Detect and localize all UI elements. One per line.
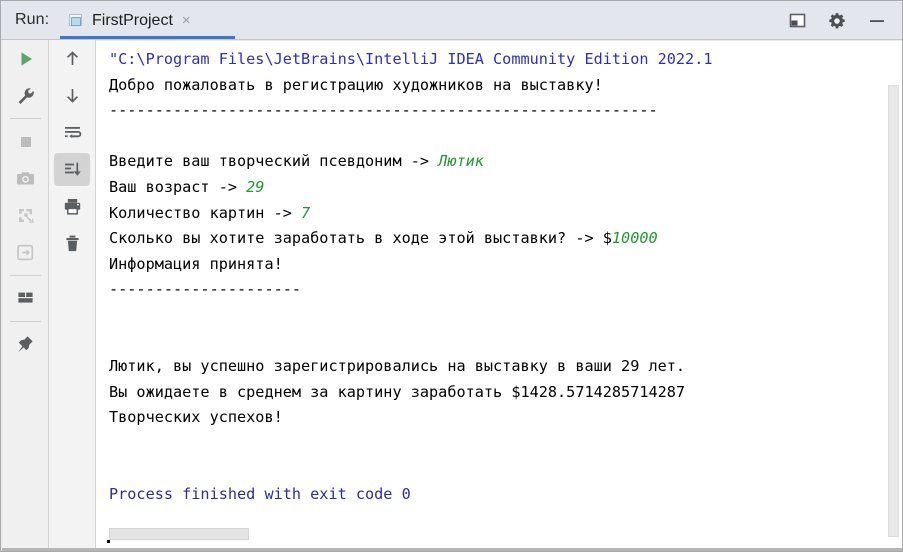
toolbar-separator bbox=[9, 275, 41, 276]
console-segment-plain: Ваш возраст -> bbox=[109, 177, 247, 196]
scroll-to-end-button[interactable] bbox=[49, 151, 96, 188]
console-segment-path: "C:\Program Files\JetBrains\IntelliJ IDE… bbox=[109, 50, 713, 68]
console-segment-plain: Лютик, вы успешно зарегистрировались на … bbox=[109, 357, 686, 376]
console-segment-plain: Количество картин -> bbox=[109, 203, 302, 222]
console-line: --------------------- bbox=[109, 277, 712, 303]
console-segment-input: 7 bbox=[301, 203, 311, 222]
run-tool-window: Run: FirstProject × "C:\Program Files\Je… bbox=[0, 0, 903, 552]
vertical-scrollbar-thumb[interactable] bbox=[888, 85, 899, 537]
threads-icon bbox=[19, 209, 34, 223]
console-segment-input: 29 bbox=[246, 177, 265, 196]
run-window-label: Run: bbox=[15, 11, 50, 28]
stop-button[interactable] bbox=[2, 123, 49, 160]
dump-threads-button[interactable] bbox=[2, 197, 49, 234]
console-segment-plain: Информация принята! bbox=[109, 254, 283, 273]
horizontal-scrollbar-thumb[interactable] bbox=[109, 528, 249, 540]
pin-icon bbox=[18, 336, 33, 353]
arrow-up-icon bbox=[66, 51, 79, 65]
console-output[interactable]: "C:\Program Files\JetBrains\IntelliJ IDE… bbox=[96, 41, 902, 551]
tab-label: FirstProject bbox=[92, 11, 173, 29]
console-run-icon bbox=[68, 13, 84, 29]
trash-icon bbox=[66, 235, 79, 252]
vertical-scrollbar[interactable] bbox=[886, 41, 901, 551]
layout-settings-icon[interactable] bbox=[786, 10, 808, 32]
console-segment-plain: Добро пожаловать в регистрацию художнико… bbox=[109, 75, 603, 94]
up-button[interactable] bbox=[49, 40, 96, 77]
run-actions-toolbar bbox=[2, 40, 49, 551]
play-icon bbox=[21, 51, 32, 66]
console-line: Введите ваш творческий псевдоним -> Люти… bbox=[109, 149, 712, 175]
console-segment-plain: ----------------------------------------… bbox=[109, 101, 658, 120]
console-segment-plain: Сколько вы хотите заработать в ходе этой… bbox=[109, 229, 612, 248]
scroll-corner-marker bbox=[107, 540, 110, 543]
edit-configurations-button[interactable] bbox=[2, 77, 49, 114]
minimize-icon[interactable] bbox=[866, 10, 888, 32]
soft-wrap-button[interactable] bbox=[49, 114, 96, 151]
camera-icon bbox=[17, 172, 34, 185]
console-line: Количество картин -> 7 bbox=[109, 201, 712, 227]
console-actions-toolbar bbox=[49, 40, 96, 551]
toolbar-separator bbox=[9, 321, 41, 322]
layout-icon bbox=[18, 292, 33, 303]
rerun-button[interactable] bbox=[2, 40, 49, 77]
print-button[interactable] bbox=[49, 188, 96, 225]
console-line: Ваш возраст -> 29 bbox=[109, 175, 712, 201]
console-line: ----------------------------------------… bbox=[109, 98, 712, 124]
console-segment-plain: Творческих успехов! bbox=[109, 408, 283, 427]
down-button[interactable] bbox=[49, 77, 96, 114]
console-segment-plain: Введите ваш творческий псевдоним -> bbox=[109, 152, 439, 171]
window-bottom-strip bbox=[2, 548, 902, 551]
console-line: Вы ожидаете в среднем за картину заработ… bbox=[109, 380, 712, 406]
console-line: Process finished with exit code 0 bbox=[109, 482, 712, 508]
console-line: Информация принята! bbox=[109, 252, 712, 278]
arrow-down-icon bbox=[66, 89, 79, 103]
attach-icon bbox=[17, 244, 34, 261]
run-window-header: Run: FirstProject × bbox=[1, 1, 902, 40]
console-segment-input: 10000 bbox=[611, 229, 658, 248]
gear-icon[interactable] bbox=[826, 10, 848, 32]
soft-wrap-icon bbox=[65, 127, 82, 138]
scroll-to-end-icon bbox=[65, 162, 81, 176]
layout-button[interactable] bbox=[2, 280, 49, 317]
console-line: Сколько вы хотите заработать в ходе этой… bbox=[109, 226, 712, 252]
window-controls bbox=[786, 1, 894, 40]
tab-active-indicator bbox=[60, 36, 235, 39]
console-segment-plain: Вы ожидаете в среднем за картину заработ… bbox=[109, 382, 686, 401]
close-icon[interactable]: × bbox=[182, 13, 191, 28]
stop-square-icon bbox=[20, 136, 31, 147]
console-line: Творческих успехов! bbox=[109, 405, 712, 431]
screenshot-button[interactable] bbox=[2, 160, 49, 197]
console-segment-input: Лютик bbox=[438, 152, 484, 171]
pin-tab-button[interactable] bbox=[2, 326, 49, 363]
clear-all-button[interactable] bbox=[49, 225, 96, 262]
toolbar-separator bbox=[9, 118, 41, 119]
wrench-icon bbox=[18, 87, 34, 104]
console-segment-plain: --------------------- bbox=[109, 280, 302, 299]
printer-icon bbox=[64, 199, 81, 215]
console-line: Лютик, вы успешно зарегистрировались на … bbox=[109, 354, 712, 380]
console-text: "C:\Program Files\JetBrains\IntelliJ IDE… bbox=[109, 47, 712, 508]
console-segment-link[interactable]: Process finished with exit code 0 bbox=[109, 485, 411, 503]
console-line: "C:\Program Files\JetBrains\IntelliJ IDE… bbox=[109, 47, 712, 73]
attach-button[interactable] bbox=[2, 234, 49, 271]
tab-firstproject[interactable]: FirstProject × bbox=[60, 1, 201, 40]
console-line: Добро пожаловать в регистрацию художнико… bbox=[109, 73, 712, 99]
